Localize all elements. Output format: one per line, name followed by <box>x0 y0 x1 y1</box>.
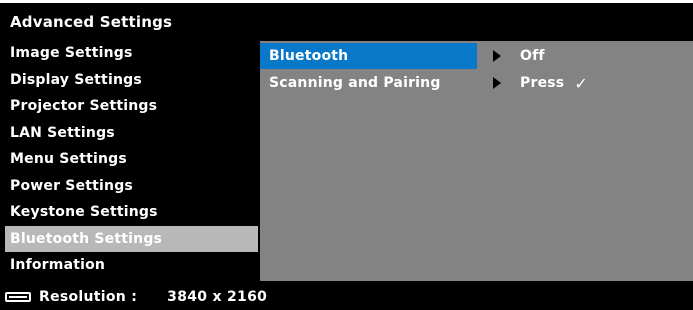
bluetooth-settings-panel: Bluetooth Off Scanning and Pairing Press… <box>260 41 693 281</box>
bluetooth-value: Off <box>520 43 545 69</box>
resolution-label: Resolution : <box>39 288 138 305</box>
triangle-right-icon <box>493 77 501 89</box>
resolution-value: 3840 x 2160 <box>167 288 268 305</box>
bluetooth-row[interactable]: Bluetooth Off <box>260 43 693 69</box>
bluetooth-value-text: Off <box>520 48 545 64</box>
menu-item-information[interactable]: Information <box>5 252 258 279</box>
press-text: Press <box>520 75 565 91</box>
menu-item-power-settings[interactable]: Power Settings <box>5 173 258 200</box>
triangle-right-icon <box>493 50 501 62</box>
settings-menu-list: Image Settings Display Settings Projecto… <box>5 40 258 279</box>
monitor-icon <box>5 291 31 302</box>
scanning-pairing-value: Press ✓ <box>520 70 588 96</box>
bluetooth-label: Bluetooth <box>260 43 477 69</box>
menu-item-lan-settings[interactable]: LAN Settings <box>5 120 258 147</box>
menu-item-projector-settings[interactable]: Projector Settings <box>5 93 258 120</box>
scanning-pairing-label: Scanning and Pairing <box>269 75 441 91</box>
menu-item-menu-settings[interactable]: Menu Settings <box>5 146 258 173</box>
menu-item-bluetooth-settings[interactable]: Bluetooth Settings <box>5 225 258 252</box>
osd-menu: Advanced Settings Image Settings Display… <box>0 3 693 310</box>
menu-item-keystone-settings[interactable]: Keystone Settings <box>5 199 258 226</box>
menu-item-display-settings[interactable]: Display Settings <box>5 67 258 94</box>
menu-item-image-settings[interactable]: Image Settings <box>5 40 258 67</box>
scanning-pairing-row[interactable]: Scanning and Pairing Press ✓ <box>260 70 693 96</box>
status-bar: Resolution : 3840 x 2160 <box>0 283 693 310</box>
menu-title: Advanced Settings <box>10 12 173 31</box>
check-icon: ✓ <box>574 73 588 93</box>
